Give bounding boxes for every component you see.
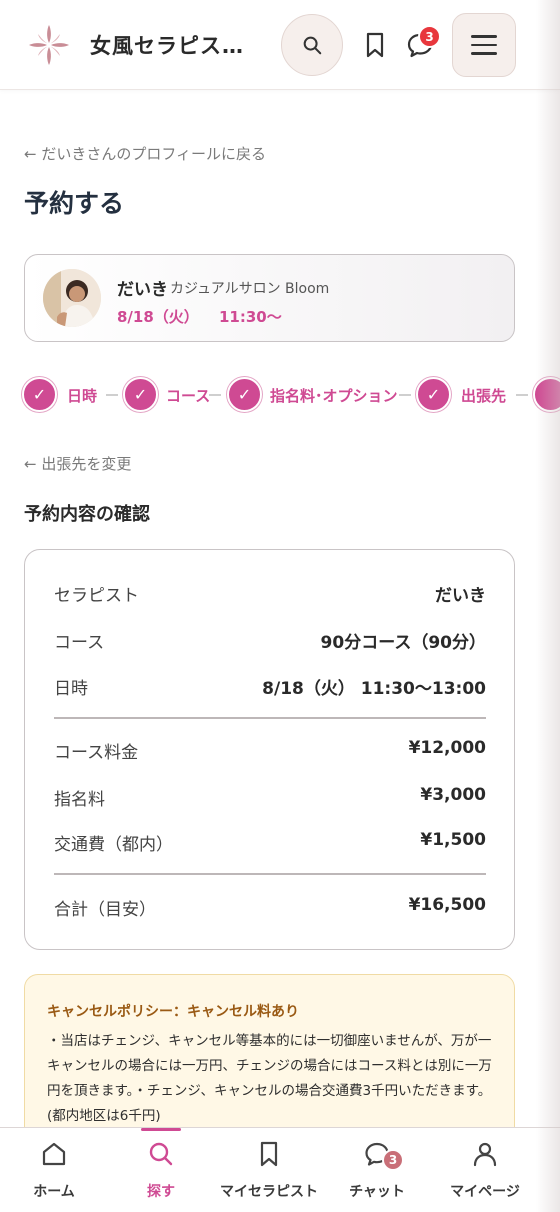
menu-line [471, 52, 497, 55]
summary-row-therapist: セラピスト だいき [54, 581, 486, 607]
chat-unread-badge: 3 [382, 1149, 404, 1171]
bottom-navigation: ホーム 探す マイセラピスト 3 チャット マイページ [0, 1127, 560, 1212]
brand-name[interactable]: 女風セラピス… [90, 30, 260, 60]
logo-icon[interactable] [28, 24, 70, 66]
step-separator [399, 394, 411, 396]
row-value: 90分コース（90分） [320, 633, 486, 653]
reservation-summary-card: セラピスト だいき コース 90分コース（90分） 日時 8/18（火） 11:… [24, 549, 515, 950]
row-value: ¥1,500 [420, 830, 486, 850]
step-destination[interactable]: 出張先 [461, 385, 506, 406]
user-icon [473, 1142, 497, 1167]
nav-label: マイセラピスト [220, 1184, 318, 1200]
avatar [43, 269, 101, 327]
nav-my-therapist[interactable]: マイセラピスト [219, 1128, 319, 1212]
active-indicator [141, 1128, 181, 1131]
bookmark-icon [260, 1141, 278, 1167]
search-icon [149, 1142, 173, 1166]
summary-row-total: 合計（目安） ¥16,500 [54, 895, 486, 921]
change-destination-link[interactable]: ← 出張先を変更 [24, 453, 131, 474]
step-datetime[interactable]: 日時 [67, 385, 97, 406]
row-label: 日時 [54, 679, 88, 699]
step-check-icon: ✓ [416, 377, 451, 412]
nav-label: チャット [349, 1184, 405, 1200]
summary-row-transport-fee: 交通費（都内） ¥1,500 [54, 830, 486, 856]
nav-label: マイページ [450, 1184, 520, 1200]
step-check-icon: ✓ [22, 377, 57, 412]
section-title: 予約内容の確認 [24, 504, 150, 525]
step-check-icon: ✓ [123, 377, 158, 412]
step-options[interactable]: 指名料･オプション [270, 385, 398, 406]
divider [54, 717, 486, 719]
row-label: 指名料 [54, 790, 105, 810]
cancel-policy-title: キャンセルポリシー：キャンセル料あり [47, 1004, 299, 1020]
row-label: 交通費（都内） [54, 835, 173, 855]
summary-row-datetime: 日時 8/18（火） 11:30〜13:00 [54, 674, 486, 700]
menu-line [471, 43, 497, 47]
row-value: 8/18（火） 11:30〜13:00 [262, 679, 486, 699]
search-button[interactable] [281, 14, 343, 76]
row-label: セラピスト [54, 586, 139, 606]
therapist-name: だいき [117, 280, 168, 300]
summary-row-course-fee: コース料金 ¥12,000 [54, 738, 486, 764]
booking-steps: ✓ 日時 ✓ コース ✓ 指名料･オプション ✓ 出張先 [0, 377, 560, 415]
nav-chat[interactable]: 3 チャット [327, 1128, 427, 1212]
home-icon [42, 1142, 66, 1166]
search-icon [303, 36, 322, 55]
row-value: ¥16,500 [408, 895, 486, 915]
nav-label: ホーム [33, 1184, 75, 1200]
cancel-policy-text: ・当店はチェンジ、キャンセル等基本的には一切御座いませんが、万が一キャンセルの場… [47, 1033, 492, 1124]
nav-label: 探す [147, 1184, 175, 1200]
page-title: 予約する [24, 189, 125, 218]
step-separator [106, 394, 118, 396]
summary-row-nomination-fee: 指名料 ¥3,000 [54, 785, 486, 811]
salon-name: カジュアルサロン Bloom [170, 281, 330, 297]
step-separator [516, 394, 528, 396]
edge-shadow [536, 0, 560, 1212]
reservation-date: 8/18（火） [117, 308, 199, 326]
step-current-icon [533, 377, 560, 412]
nav-my-page[interactable]: マイページ [435, 1128, 535, 1212]
row-value: ¥3,000 [420, 785, 486, 805]
hamburger-menu-button[interactable] [452, 13, 516, 77]
app-header: 女風セラピス… 3 [0, 0, 560, 90]
avatar-image [43, 269, 101, 327]
step-separator [209, 394, 221, 396]
nav-home[interactable]: ホーム [4, 1128, 104, 1212]
row-label: コース料金 [54, 743, 139, 763]
therapist-card: だいき カジュアルサロン Bloom 8/18（火） 11:30〜 [24, 254, 515, 342]
chat-unread-badge: 3 [418, 25, 441, 48]
summary-row-course: コース 90分コース（90分） [54, 628, 486, 654]
bookmark-icon[interactable] [360, 30, 390, 60]
row-value: だいき [435, 586, 486, 606]
row-value: ¥12,000 [408, 738, 486, 758]
back-to-profile-link[interactable]: ← だいきさんのプロフィールに戻る [24, 143, 266, 164]
step-check-icon: ✓ [227, 377, 262, 412]
step-course[interactable]: コース [166, 385, 210, 406]
reservation-time: 11:30〜 [219, 308, 282, 326]
menu-line [471, 35, 497, 38]
divider [54, 873, 486, 875]
nav-search[interactable]: 探す [111, 1128, 211, 1212]
row-label: コース [54, 633, 105, 653]
row-label: 合計（目安） [54, 900, 156, 920]
